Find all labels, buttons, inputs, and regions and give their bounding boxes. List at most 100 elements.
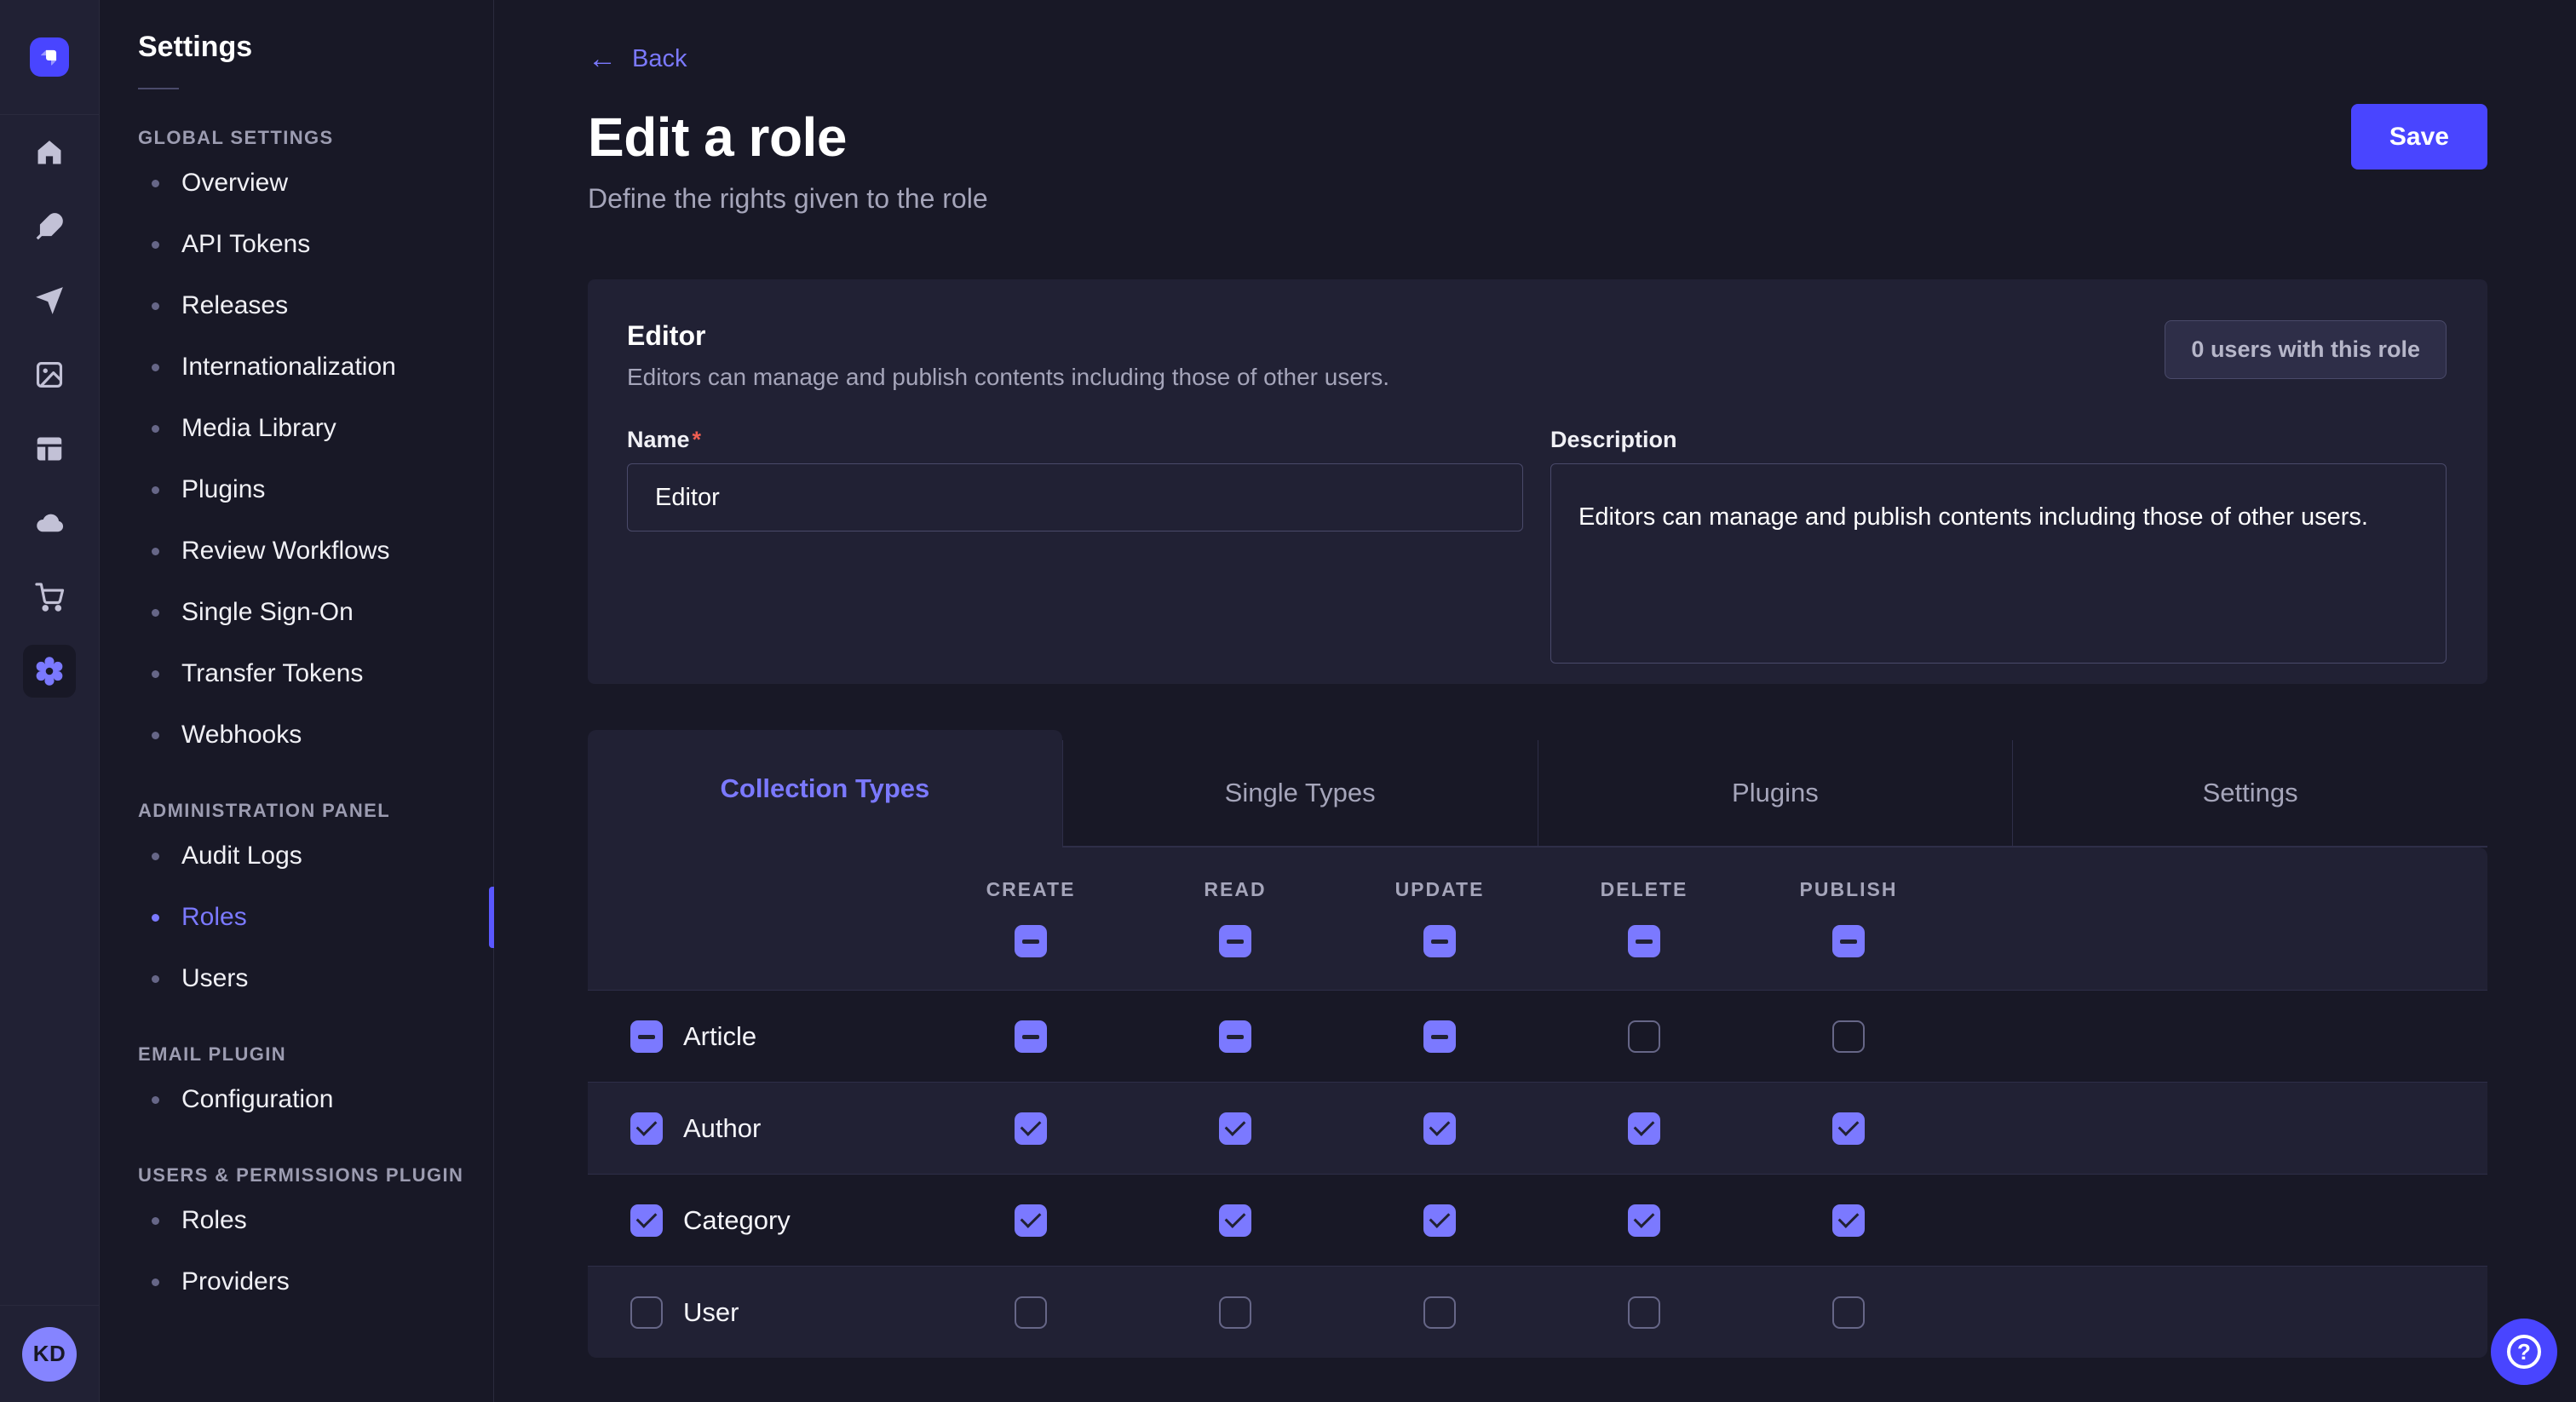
question-mark-icon: ? (2507, 1335, 2541, 1369)
strapi-admin-screen: KD Settings GLOBAL SETTINGSOverviewAPI T… (0, 0, 2576, 1402)
sidebar-item-label: Providers (181, 1267, 290, 1296)
sidebar-item-users[interactable]: Users (99, 948, 493, 1009)
title-row: Edit a role Save (588, 104, 2487, 170)
sidebar-item-media-library[interactable]: Media Library (99, 398, 493, 459)
article-update-checkbox[interactable] (1423, 1020, 1456, 1053)
deploy-icon[interactable] (0, 486, 99, 560)
table-row-author: Author (588, 1082, 2487, 1174)
sidebar-item-webhooks[interactable]: Webhooks (99, 704, 493, 766)
user-read-checkbox[interactable] (1219, 1296, 1251, 1329)
row-label: User (683, 1297, 739, 1328)
section-heading: USERS & PERMISSIONS PLUGIN (138, 1164, 493, 1187)
bullet-icon (152, 732, 159, 739)
subnav-divider (138, 88, 179, 89)
checkbox-cell (1746, 1296, 1951, 1329)
checkbox-cell (1746, 1204, 1951, 1237)
article-delete-checkbox[interactable] (1628, 1020, 1660, 1053)
author-create-checkbox[interactable] (1015, 1112, 1047, 1145)
row-checkbox-article[interactable] (630, 1020, 663, 1053)
tab-settings[interactable]: Settings (2012, 740, 2487, 848)
column-labels-row: CREATEREADUPDATEDELETEPUBLISH (588, 878, 2487, 901)
sidebar-item-providers[interactable]: Providers (99, 1251, 493, 1313)
category-update-checkbox[interactable] (1423, 1204, 1456, 1237)
category-create-checkbox[interactable] (1015, 1204, 1047, 1237)
bullet-icon (152, 914, 159, 922)
home-icon[interactable] (0, 115, 99, 189)
tab-collection-types[interactable]: Collection Types (588, 730, 1062, 848)
tab-single-types[interactable]: Single Types (1062, 740, 1538, 848)
article-read-checkbox[interactable] (1219, 1020, 1251, 1053)
back-link[interactable]: ← Back (588, 44, 687, 73)
settings-icon[interactable] (0, 634, 99, 708)
article-publish-checkbox[interactable] (1832, 1020, 1865, 1053)
user-update-checkbox[interactable] (1423, 1296, 1456, 1329)
sidebar-item-roles[interactable]: Roles (99, 1190, 493, 1251)
author-delete-checkbox[interactable] (1628, 1112, 1660, 1145)
media-library-icon[interactable] (0, 337, 99, 411)
article-create-checkbox[interactable] (1015, 1020, 1047, 1053)
subnav-sections: GLOBAL SETTINGSOverviewAPI TokensRelease… (99, 127, 493, 1313)
avatar[interactable]: KD (22, 1327, 77, 1382)
category-read-checkbox[interactable] (1219, 1204, 1251, 1237)
sidebar-item-label: Review Workflows (181, 537, 390, 566)
marketplace-icon[interactable] (0, 560, 99, 634)
sidebar-item-single-sign-on[interactable]: Single Sign-On (99, 582, 493, 643)
row-checkbox-author[interactable] (630, 1112, 663, 1145)
role-fields: Name* Description Editors can manage and… (627, 427, 2447, 664)
select-all-read-checkbox[interactable] (1219, 925, 1251, 957)
sidebar-item-audit-logs[interactable]: Audit Logs (99, 825, 493, 887)
section-heading: EMAIL PLUGIN (138, 1043, 493, 1066)
select-all-update-checkbox[interactable] (1423, 925, 1456, 957)
user-publish-checkbox[interactable] (1832, 1296, 1865, 1329)
select-all-create-checkbox[interactable] (1015, 925, 1047, 957)
select-all-publish-checkbox[interactable] (1832, 925, 1865, 957)
row-name-cell: Author (588, 1112, 929, 1145)
page-title: Edit a role (588, 106, 847, 169)
main-content: ← Back Edit a role Save Define the right… (494, 0, 2576, 1402)
sidebar-item-api-tokens[interactable]: API Tokens (99, 214, 493, 275)
author-update-checkbox[interactable] (1423, 1112, 1456, 1145)
category-publish-checkbox[interactable] (1832, 1204, 1865, 1237)
content-manager-icon[interactable] (0, 189, 99, 263)
releases-icon[interactable] (0, 263, 99, 337)
sidebar-item-configuration[interactable]: Configuration (99, 1069, 493, 1130)
strapi-logo-icon (35, 43, 64, 72)
content-type-builder-icon[interactable] (0, 411, 99, 486)
tab-plugins[interactable]: Plugins (1538, 740, 2013, 848)
strapi-logo[interactable] (30, 37, 69, 77)
checkbox-cell (1337, 1020, 1542, 1053)
user-create-checkbox[interactable] (1015, 1296, 1047, 1329)
table-row-user: User (588, 1266, 2487, 1358)
row-checkbox-category[interactable] (630, 1204, 663, 1237)
permissions-header: CREATEREADUPDATEDELETEPUBLISH (588, 848, 2487, 990)
author-publish-checkbox[interactable] (1832, 1112, 1865, 1145)
users-with-role-badge[interactable]: 0 users with this role (2165, 320, 2447, 379)
description-textarea[interactable]: Editors can manage and publish contents … (1550, 463, 2447, 664)
row-name-cell: Category (588, 1204, 929, 1237)
help-button[interactable]: ? (2491, 1319, 2557, 1385)
sidebar-item-internationalization[interactable]: Internationalization (99, 336, 493, 398)
select-all-delete-checkbox[interactable] (1628, 925, 1660, 957)
row-checkbox-user[interactable] (630, 1296, 663, 1329)
sidebar-item-releases[interactable]: Releases (99, 275, 493, 336)
user-delete-checkbox[interactable] (1628, 1296, 1660, 1329)
required-asterisk: * (693, 427, 702, 452)
sidebar-item-label: Roles (181, 903, 247, 932)
author-read-checkbox[interactable] (1219, 1112, 1251, 1145)
sidebar-item-label: Audit Logs (181, 842, 302, 871)
sidebar-item-roles[interactable]: Roles (99, 887, 493, 948)
name-input[interactable] (627, 463, 1523, 531)
checkbox-cell (929, 1204, 1133, 1237)
sidebar-item-transfer-tokens[interactable]: Transfer Tokens (99, 643, 493, 704)
sidebar-item-review-workflows[interactable]: Review Workflows (99, 520, 493, 582)
bullet-icon (152, 486, 159, 494)
sidebar-item-overview[interactable]: Overview (99, 152, 493, 214)
sidebar-item-plugins[interactable]: Plugins (99, 459, 493, 520)
save-button[interactable]: Save (2351, 104, 2487, 170)
settings-subnav: Settings GLOBAL SETTINGSOverviewAPI Toke… (99, 0, 494, 1402)
checkbox-cell (929, 1112, 1133, 1145)
rail-icon-nav (0, 115, 99, 1305)
subnav-title: Settings (138, 31, 493, 64)
category-delete-checkbox[interactable] (1628, 1204, 1660, 1237)
permissions-panel: CREATEREADUPDATEDELETEPUBLISH ArticleAut… (588, 848, 2487, 1358)
